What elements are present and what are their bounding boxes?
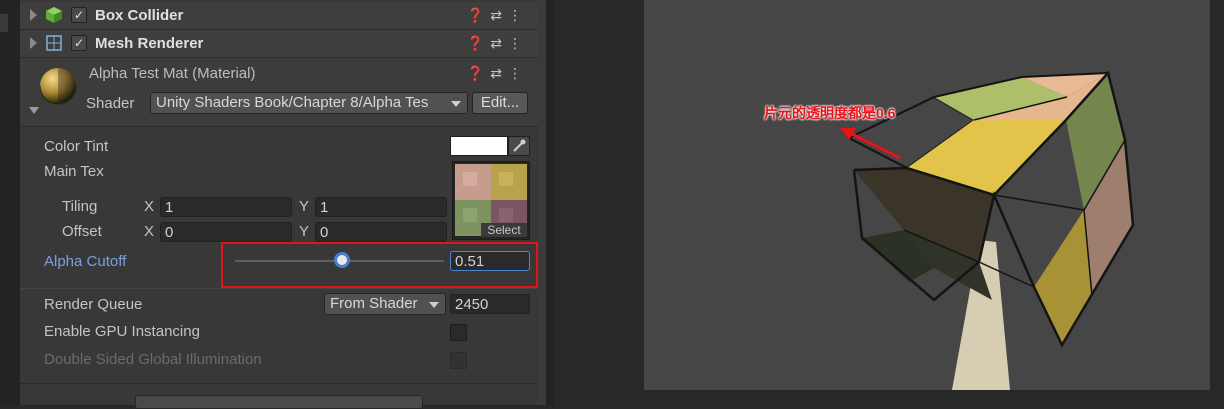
mesh-renderer-icon	[46, 35, 62, 51]
cube-face-right-bottom	[1034, 210, 1092, 345]
left-panel-strip	[0, 0, 20, 405]
gpu-instancing-checkbox[interactable]	[450, 324, 467, 341]
alpha-cutoff-slider-knob[interactable]	[333, 252, 350, 268]
tiling-x-label: X	[144, 198, 155, 215]
scene-viewport[interactable]: 片元的透明度都是0.6	[644, 0, 1210, 390]
help-icon[interactable]: ❓	[467, 35, 490, 51]
material-header-icons: ❓⇄⋮	[467, 65, 528, 82]
annotation-label: 片元的透明度都是0.6	[764, 105, 896, 121]
annotation-arrow	[847, 130, 901, 160]
offset-x-label: X	[144, 223, 155, 240]
help-icon[interactable]: ❓	[467, 7, 490, 23]
box-collider-title: Box Collider	[95, 7, 184, 24]
color-tint-label: Color Tint	[44, 138, 109, 155]
offset-y-field[interactable]: 0	[315, 222, 447, 242]
kebab-menu-icon[interactable]: ⋮	[508, 65, 528, 81]
double-sided-gi-label: Double Sided Global Illumination	[44, 351, 262, 368]
mesh-renderer-header[interactable]: ✓ Mesh Renderer ❓⇄⋮	[20, 30, 538, 58]
shader-dropdown-value: Unity Shaders Book/Chapter 8/Alpha Tes	[156, 94, 429, 111]
render-queue-mode-dropdown[interactable]: From Shader	[324, 293, 446, 315]
section-divider	[20, 288, 538, 289]
alpha-cutoff-label: Alpha Cutoff	[44, 253, 127, 270]
box-collider-enabled-checkbox[interactable]: ✓	[71, 7, 87, 23]
material-foldout-icon[interactable]	[29, 107, 39, 114]
add-component-button[interactable]	[135, 395, 423, 409]
help-icon[interactable]: ❓	[467, 65, 490, 81]
material-title: Alpha Test Mat (Material)	[89, 65, 256, 82]
preset-icon[interactable]: ⇄	[490, 35, 508, 51]
shader-edit-button[interactable]: Edit...	[472, 92, 528, 114]
inspector-panel: ✓ Box Collider ❓⇄⋮ ✓ Mesh Renderer ❓⇄⋮ A…	[20, 0, 538, 409]
cube-render	[840, 70, 1135, 390]
box-collider-icon	[46, 7, 62, 23]
color-tint-swatch[interactable]	[450, 136, 508, 156]
material-sphere-icon	[39, 68, 77, 105]
preset-icon[interactable]: ⇄	[490, 7, 508, 23]
scrollbar[interactable]	[538, 0, 546, 405]
tiling-label: Tiling	[62, 198, 98, 215]
eyedropper-button[interactable]	[508, 136, 530, 156]
foldout-arrow-icon[interactable]	[30, 37, 37, 49]
box-collider-header[interactable]: ✓ Box Collider ❓⇄⋮	[20, 2, 538, 30]
tiling-y-label: Y	[299, 198, 310, 215]
preset-icon[interactable]: ⇄	[490, 65, 508, 81]
alpha-cutoff-value-field[interactable]: 0.51	[450, 251, 530, 271]
eyedropper-icon	[513, 139, 526, 152]
main-tex-label: Main Tex	[44, 163, 104, 180]
panel-splitter[interactable]	[538, 0, 554, 405]
left-panel-tab[interactable]	[0, 14, 8, 32]
offset-label: Offset	[62, 223, 102, 240]
shader-label: Shader	[86, 95, 135, 112]
kebab-menu-icon[interactable]: ⋮	[508, 35, 528, 51]
box-collider-header-icons: ❓⇄⋮	[467, 7, 528, 24]
main-tex-slot[interactable]: Select	[452, 161, 530, 240]
material-header: Alpha Test Mat (Material) ❓⇄⋮ Shader Uni…	[20, 58, 538, 127]
foldout-arrow-icon[interactable]	[30, 9, 37, 21]
render-queue-value-field[interactable]: 2450	[450, 294, 530, 314]
mesh-renderer-title: Mesh Renderer	[95, 35, 204, 52]
render-queue-mode-value: From Shader	[330, 295, 418, 312]
offset-x-field[interactable]: 0	[160, 222, 292, 242]
mesh-renderer-header-icons: ❓⇄⋮	[467, 35, 528, 52]
shader-dropdown[interactable]: Unity Shaders Book/Chapter 8/Alpha Tes	[150, 92, 468, 114]
inspector-footer-divider	[20, 383, 538, 384]
double-sided-gi-checkbox	[450, 352, 467, 369]
texture-select-button[interactable]: Select	[481, 223, 527, 237]
kebab-menu-icon[interactable]: ⋮	[508, 7, 528, 23]
tiling-y-field[interactable]: 1	[315, 197, 447, 217]
mesh-renderer-enabled-checkbox[interactable]: ✓	[71, 35, 87, 51]
tiling-x-field[interactable]: 1	[160, 197, 292, 217]
chevron-down-icon	[429, 302, 439, 308]
chevron-down-icon	[451, 101, 461, 107]
render-queue-label: Render Queue	[44, 296, 143, 313]
offset-y-label: Y	[299, 223, 310, 240]
gpu-instancing-label: Enable GPU Instancing	[44, 323, 200, 340]
